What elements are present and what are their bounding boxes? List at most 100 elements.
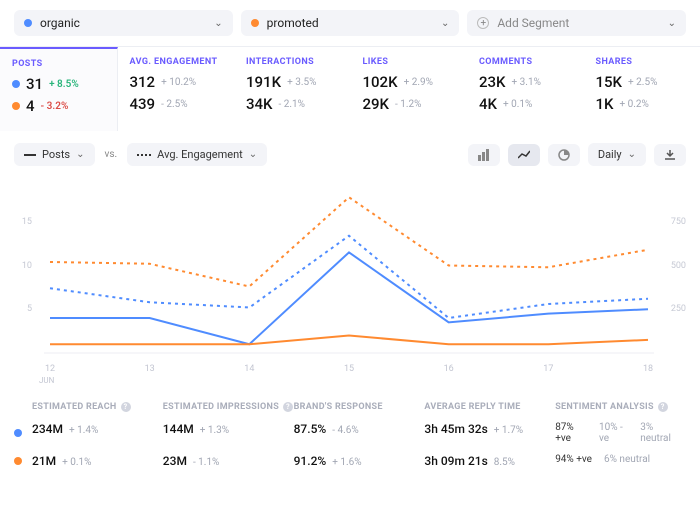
metric-delta: + 0.1% [503, 99, 532, 110]
segment-organic[interactable]: organic ⌄ [14, 10, 233, 36]
plus-icon: + [477, 17, 489, 29]
bottom-header: ESTIMATED IMPRESSIONS? [163, 402, 294, 412]
x-tick: 13 [138, 364, 162, 374]
bottom-cell: 3h 45m 32s+ 1.7% [424, 422, 555, 444]
download-button[interactable] [654, 144, 686, 166]
vs-label: vs. [103, 149, 120, 160]
metric-a-label: Posts [42, 148, 70, 161]
chevron-down-icon: ⌄ [249, 149, 257, 160]
download-icon [664, 149, 676, 161]
x-tick: 14 [237, 364, 261, 374]
metric-value-row: 15K+ 2.5% [596, 73, 689, 91]
dot-icon [14, 457, 22, 465]
dashed-line-icon [137, 151, 151, 159]
chart-type-line[interactable] [508, 144, 540, 166]
metric-delta: - 2.1% [279, 99, 305, 110]
metric-value: 4 [26, 97, 35, 115]
y-right-tick: 750 [671, 217, 686, 227]
bottom-row: 234M+ 1.4%144M+ 1.3%87.5%- 4.6%3h 45m 32… [14, 422, 686, 444]
metric-b-selector[interactable]: Avg. Engagement ⌄ [127, 143, 267, 166]
metric-value: 34K [246, 95, 273, 113]
metric-avg-engagement[interactable]: AVG. ENGAGEMENT312+ 10.2%439- 2.5% [118, 47, 235, 131]
segment-label: promoted [267, 16, 319, 30]
sentiment-cell: 87% +ve10% -ve3% neutral [555, 422, 686, 444]
metric-header: COMMENTS [479, 57, 572, 67]
metric-delta: + 0.2% [620, 99, 649, 110]
series-organic-posts [50, 252, 648, 344]
bottom-header: AVERAGE REPLY TIME [424, 402, 555, 412]
info-icon[interactable]: ? [283, 402, 293, 412]
metric-delta: - 1.2% [395, 99, 421, 110]
x-tick: 12 [38, 364, 62, 374]
metric-value: 4K [479, 95, 497, 113]
bottom-header: ESTIMATED REACH? [32, 402, 163, 412]
bottom-cell: 234M+ 1.4% [32, 422, 163, 444]
metric-delta: + 3.1% [512, 77, 541, 88]
metric-value-row: 4 - 3.2% [12, 97, 105, 115]
series-promoted-engagement [50, 197, 648, 286]
y-left-tick: 5 [14, 304, 32, 314]
metric-header: AVG. ENGAGEMENT [130, 57, 223, 67]
segment-label: organic [40, 16, 80, 30]
metric-value-row: 34K - 2.1% [246, 95, 339, 113]
info-icon[interactable]: ? [658, 402, 668, 412]
pie-chart-icon [558, 149, 570, 161]
sentiment-cell: 94% +ve6% neutral [555, 454, 686, 468]
granularity-label: Daily [598, 148, 622, 161]
y-right-tick: 250 [671, 304, 686, 314]
chevron-down-icon: ⌄ [668, 18, 676, 29]
metric-value-row: 31 + 8.5% [12, 75, 105, 93]
metric-delta: + 8.5% [49, 79, 79, 90]
bottom-header: SENTIMENT ANALYSIS? [555, 402, 686, 412]
chart-svg [44, 178, 654, 368]
add-segment-button[interactable]: + Add Segment ⌄ [467, 10, 686, 36]
bottom-row: 21M+ 0.1%23M- 1.1%91.2%+ 1.6%3h 09m 21s8… [14, 454, 686, 468]
bottom-cell: 144M+ 1.3% [163, 422, 294, 444]
metric-value-row: 191K+ 3.5% [246, 73, 339, 91]
metric-value: 439 [130, 95, 156, 113]
chevron-down-icon: ⌄ [441, 18, 449, 29]
series-promoted-posts [50, 336, 648, 345]
y-left-tick: 10 [14, 261, 32, 271]
metric-value: 31 [26, 75, 43, 93]
bottom-cell: 87.5%- 4.6% [294, 422, 425, 444]
bar-chart-icon [478, 149, 490, 161]
x-axis-label: JUN [39, 376, 54, 385]
add-segment-label: Add Segment [497, 16, 569, 30]
granularity-selector[interactable]: Daily ⌄ [588, 143, 646, 166]
metric-interactions[interactable]: INTERACTIONS191K+ 3.5%34K- 2.1% [234, 47, 351, 131]
metric-value: 29K [363, 95, 390, 113]
metric-header: LIKES [363, 57, 456, 67]
info-icon[interactable]: ? [121, 402, 131, 412]
metric-value-row: 29K - 1.2% [363, 95, 456, 113]
metric-delta: + 2.9% [404, 77, 433, 88]
chevron-down-icon: ⌄ [628, 149, 636, 160]
metric-a-selector[interactable]: Posts ⌄ [14, 143, 95, 166]
y-left-tick: 15 [14, 217, 32, 227]
bottom-cell: 91.2%+ 1.6% [294, 454, 425, 468]
x-tick: 16 [437, 364, 461, 374]
bottom-header: BRAND'S RESPONSE [294, 402, 425, 412]
metric-delta: + 10.2% [161, 77, 196, 88]
metric-likes[interactable]: LIKES 102K + 2.9% 29K - 1.2% [351, 47, 468, 131]
dot-icon [14, 429, 22, 437]
metric-value: 23K [479, 73, 506, 91]
metric-value: 191K [246, 73, 281, 91]
bottom-cell: 3h 09m 21s8.5% [424, 454, 555, 468]
metric-comments[interactable]: COMMENTS 23K + 3.1% 4K + 0.1% [467, 47, 584, 131]
chart-type-bar[interactable] [468, 144, 500, 166]
metric-shares[interactable]: SHARES15K+ 2.5%1K+ 0.2% [584, 47, 700, 131]
dot-icon [251, 19, 259, 27]
x-tick: 15 [337, 364, 361, 374]
metric-posts[interactable]: POSTS31+ 8.5%4- 3.2% [0, 47, 118, 131]
bottom-cell: 23M- 1.1% [163, 454, 294, 468]
metric-value: 102K [363, 73, 398, 91]
line-chart-icon [518, 149, 530, 161]
metric-header: SHARES [596, 57, 689, 67]
metric-delta: - 3.2% [41, 101, 69, 112]
metric-value-row: 23K + 3.1% [479, 73, 572, 91]
x-tick: 18 [636, 364, 660, 374]
chart-type-pie[interactable] [548, 144, 580, 166]
segment-promoted[interactable]: promoted ⌄ [241, 10, 460, 36]
metric-b-label: Avg. Engagement [157, 148, 243, 161]
